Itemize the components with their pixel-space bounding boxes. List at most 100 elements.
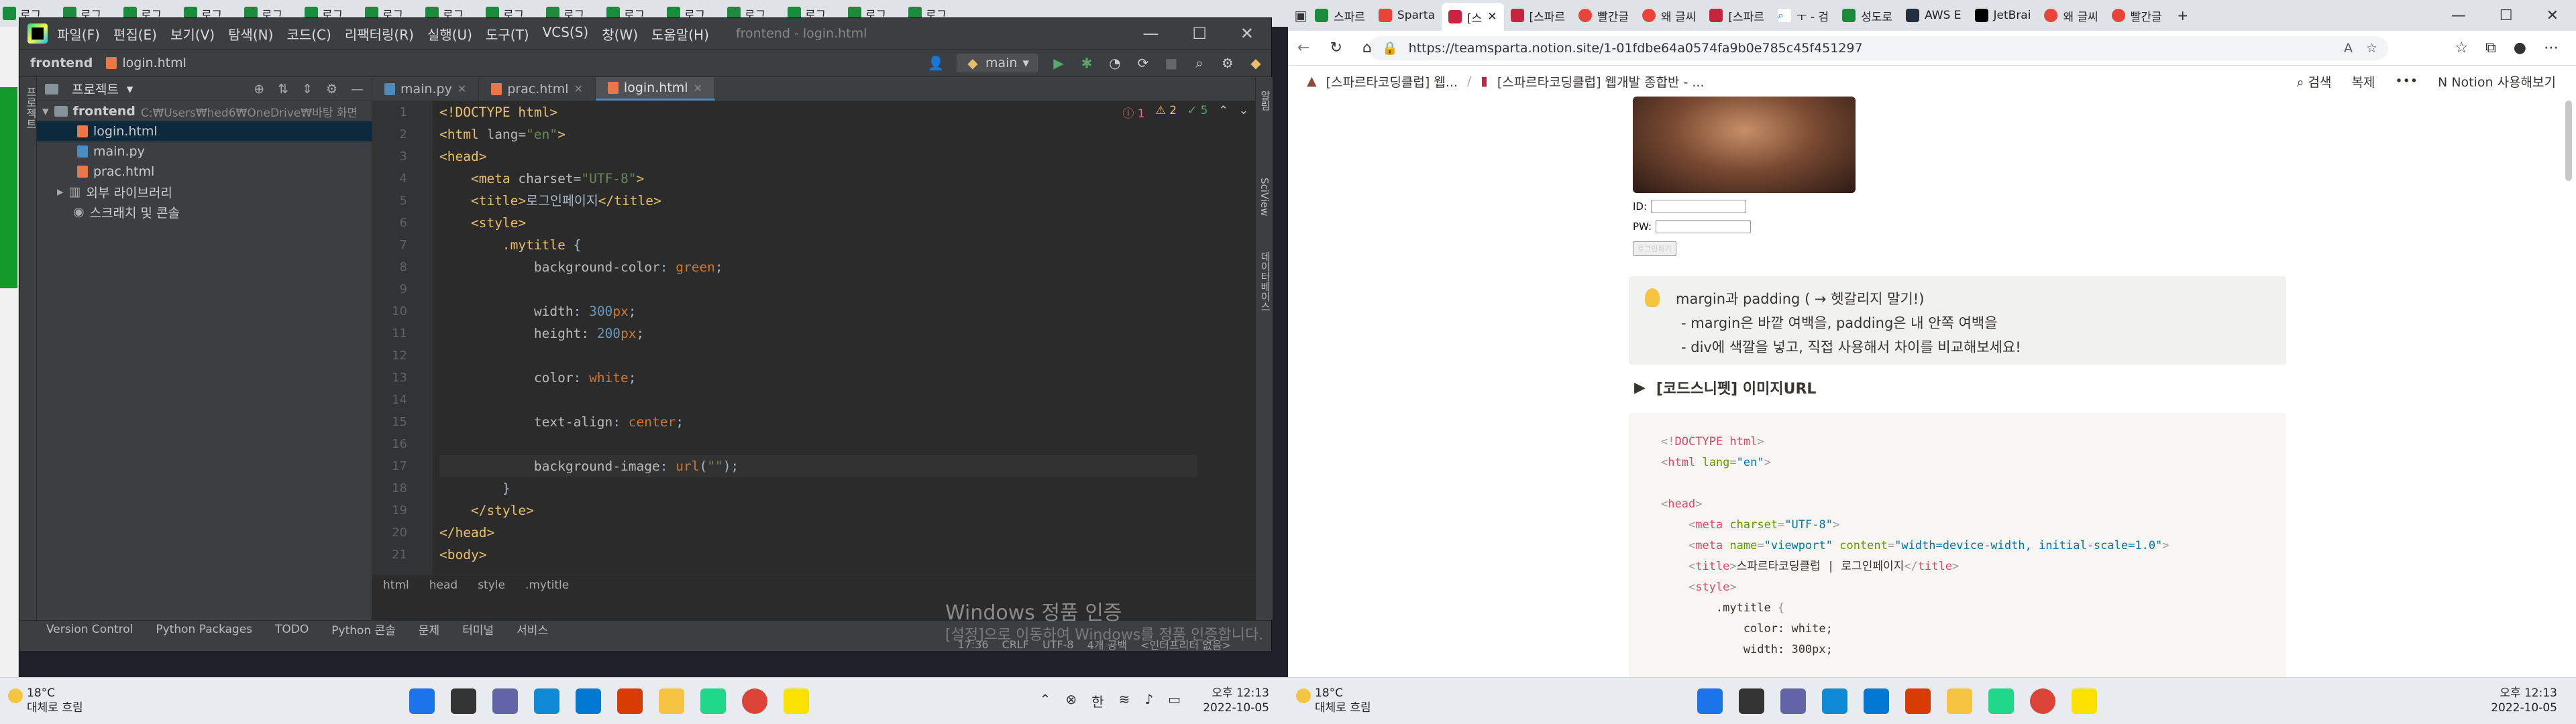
maximize-icon[interactable]: ☐ xyxy=(2500,7,2513,24)
home-icon[interactable]: ⌂ xyxy=(1362,40,1372,56)
maximize-icon[interactable]: ☐ xyxy=(1192,24,1207,43)
tree-file-login[interactable]: login.html xyxy=(37,121,372,141)
close-tab-icon[interactable]: ✕ xyxy=(574,82,583,95)
edge-icon[interactable] xyxy=(1822,688,1847,714)
stop-icon[interactable]: ■ xyxy=(1164,55,1179,71)
notion-duplicate[interactable]: 복제 xyxy=(2351,72,2375,90)
teams-icon[interactable] xyxy=(1780,688,1806,714)
coverage-icon[interactable]: ◔ xyxy=(1108,55,1122,71)
id-input[interactable] xyxy=(1651,200,1747,213)
back-icon[interactable]: ← xyxy=(1297,40,1309,56)
pycharm-taskbar-icon[interactable] xyxy=(700,688,726,714)
favorite-icon[interactable]: ☆ xyxy=(2366,41,2377,56)
sciview-tool-tab[interactable]: SciView xyxy=(1258,178,1271,217)
security-icon[interactable]: ⊗ xyxy=(1065,691,1077,711)
tool-python-packages[interactable]: Python Packages xyxy=(156,623,252,636)
address-bar[interactable]: 🔒 https://teamsparta.notion.site/1-01fdb… xyxy=(1368,36,2388,60)
edge-tab[interactable]: [스파르 xyxy=(1504,3,1572,28)
code-text[interactable]: <!DOCTYPE html> <html lang="en"> <head> … xyxy=(439,101,1197,575)
tool-problems[interactable]: 문제 xyxy=(419,621,439,638)
notion-breadcrumb-current[interactable]: [스파르타코딩클럽] 웹개발 종합반 - ... xyxy=(1497,72,1705,90)
edge-tab[interactable]: 성도로 xyxy=(1835,3,1899,28)
edge-tab[interactable]: 스파르 xyxy=(1308,3,1372,28)
kakaotalk-icon[interactable] xyxy=(784,688,809,714)
mail-icon[interactable] xyxy=(576,688,601,714)
locate-icon[interactable]: ⊕ xyxy=(254,82,264,97)
tab-prac-html[interactable]: prac.html ✕ xyxy=(479,77,596,101)
collapse-all-icon[interactable]: ⇅ xyxy=(278,82,288,97)
menu-navigate[interactable]: 탐색(N) xyxy=(228,24,273,44)
project-tool-tab[interactable]: 프로젝트 xyxy=(22,86,38,129)
minimize-icon[interactable]: — xyxy=(1142,24,1159,43)
collections-icon[interactable]: ⧉ xyxy=(2485,40,2496,56)
breadcrumb-item[interactable]: style xyxy=(478,579,505,592)
menu-vcs[interactable]: VCS(S) xyxy=(543,24,589,44)
chevron-up-icon[interactable]: ⌃ xyxy=(1219,104,1228,121)
notion-search[interactable]: ⌕ 검색 xyxy=(2297,72,2332,90)
chevron-down-icon[interactable]: ⌄ xyxy=(1239,104,1248,121)
user-icon[interactable]: 👤 xyxy=(928,55,945,71)
battery-icon[interactable]: ▭ xyxy=(1168,691,1181,711)
kakaotalk-icon[interactable] xyxy=(2072,688,2097,714)
notion-try-button[interactable]: N Notion 사용해보기 xyxy=(2438,72,2556,90)
project-panel-title[interactable]: 프로젝트 xyxy=(72,80,119,98)
office-icon[interactable] xyxy=(1905,688,1931,714)
breadcrumb-item[interactable]: head xyxy=(429,579,458,592)
volume-icon[interactable]: ♪ xyxy=(1144,691,1153,711)
edge-tab[interactable]: Sparta xyxy=(1372,3,1442,28)
tab-actions-icon[interactable]: ▣ xyxy=(1293,7,1308,23)
edge-tab[interactable]: JetBrai xyxy=(1968,3,2038,28)
menu-file[interactable]: 파일(F) xyxy=(57,24,100,44)
start-icon[interactable] xyxy=(1697,688,1723,714)
tree-file-main[interactable]: main.py xyxy=(37,141,372,162)
nav-file[interactable]: login.html xyxy=(106,56,186,70)
close-tab-icon[interactable]: ✕ xyxy=(458,82,466,95)
menu-window[interactable]: 창(W) xyxy=(602,24,638,44)
menu-edit[interactable]: 편집(E) xyxy=(113,24,157,44)
read-aloud-icon[interactable]: A xyxy=(2344,41,2353,56)
weather-widget[interactable]: 18°C 대체로 흐림 xyxy=(1296,686,1371,715)
edge-tab[interactable]: AWS E xyxy=(1899,3,1968,28)
minimize-icon[interactable]: — xyxy=(2451,7,2466,24)
menu-code[interactable]: 코드(C) xyxy=(286,24,331,44)
chevron-up-icon[interactable]: ⌃ xyxy=(1040,691,1051,711)
file-explorer-icon[interactable] xyxy=(659,688,684,714)
tree-file-prac[interactable]: prac.html xyxy=(37,162,372,182)
taskbar-clock[interactable]: 오후 12:13 2022-10-05 xyxy=(1203,686,1269,715)
tree-scratches[interactable]: ◉ 스크래치 및 콘솔 xyxy=(37,202,372,222)
database-tool-tab[interactable]: 데이터베이스 xyxy=(1258,251,1273,312)
file-explorer-icon[interactable] xyxy=(1947,688,1972,714)
task-view-icon[interactable] xyxy=(1739,688,1764,714)
tool-terminal[interactable]: 터미널 xyxy=(462,621,494,638)
page-scrollbar[interactable] xyxy=(2565,101,2572,181)
menu-run[interactable]: 실행(U) xyxy=(427,24,472,44)
nav-project[interactable]: frontend xyxy=(30,56,93,70)
more-icon[interactable]: ⋯ xyxy=(2544,40,2559,56)
pw-input[interactable] xyxy=(1656,220,1752,233)
gear-icon[interactable]: ⚙ xyxy=(326,82,337,97)
profile-icon[interactable]: ● xyxy=(2514,40,2526,56)
close-tab-icon[interactable]: ✕ xyxy=(694,82,702,95)
hide-icon[interactable]: — xyxy=(351,82,364,97)
menu-refactor[interactable]: 리팩터링(R) xyxy=(345,24,414,44)
pycharm-taskbar-icon[interactable] xyxy=(1988,688,2014,714)
tool-python-console[interactable]: Python 콘솔 xyxy=(331,621,396,638)
menu-view[interactable]: 보기(V) xyxy=(170,24,215,44)
edge-tab[interactable]: 빨간글 xyxy=(2105,3,2169,28)
more-icon[interactable]: ••• xyxy=(2395,74,2418,88)
tree-external-libraries[interactable]: ▸ ▥ 외부 라이브러리 xyxy=(37,182,372,202)
start-icon[interactable] xyxy=(409,688,435,714)
edge-tab[interactable]: [스파르 xyxy=(1703,3,1771,28)
search-icon[interactable]: ⌕ xyxy=(1192,55,1207,71)
close-tab-icon[interactable]: ✕ xyxy=(1487,10,1497,23)
tab-main-py[interactable]: main.py ✕ xyxy=(372,77,480,101)
chrome-icon[interactable] xyxy=(742,688,767,714)
breadcrumb-item[interactable]: html xyxy=(383,579,409,592)
chrome-icon[interactable] xyxy=(2030,688,2055,714)
settings-icon[interactable]: ⚙ xyxy=(1220,55,1235,71)
teams-icon[interactable] xyxy=(492,688,518,714)
tree-root[interactable]: ▾ frontend C:₩Users₩hed6₩OneDrive₩바탕 화면 xyxy=(37,101,372,121)
tool-version-control[interactable]: Version Control xyxy=(46,623,133,636)
menu-help[interactable]: 도움말(H) xyxy=(651,24,709,44)
edge-tab-active[interactable]: [스 ✕ xyxy=(1442,3,1504,31)
